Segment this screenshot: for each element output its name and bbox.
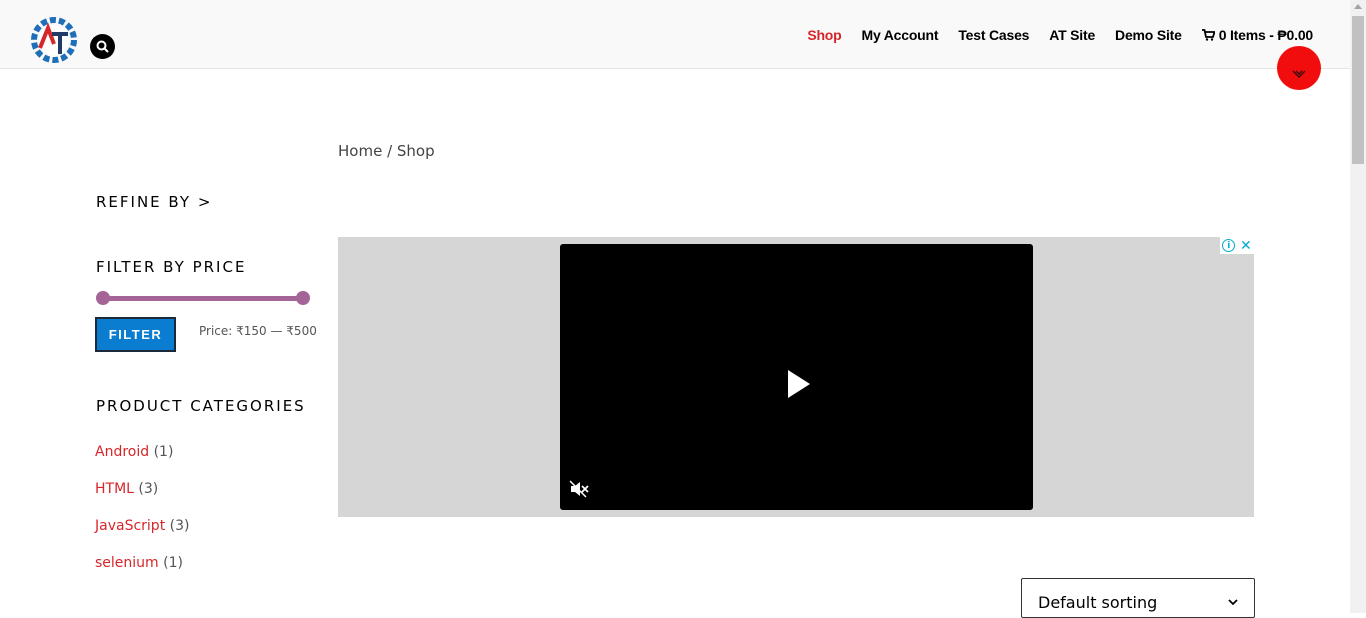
sorting-selected-value: Default sorting <box>1038 592 1158 612</box>
breadcrumb-separator: / <box>382 142 397 160</box>
price-range-label: Price: ₹150 — ₹500 <box>199 324 317 338</box>
price-slider-min-handle[interactable] <box>96 291 110 305</box>
ad-banner: i ✕ <box>338 237 1254 517</box>
category-list: Android (1) HTML (3) JavaScript (3) sele… <box>95 444 189 592</box>
nav-demo-site[interactable]: Demo Site <box>1115 27 1182 43</box>
nav-my-account[interactable]: My Account <box>862 27 939 43</box>
ad-choices: i ✕ <box>1220 237 1254 254</box>
site-header: Shop My Account Test Cases AT Site Demo … <box>0 0 1350 69</box>
product-categories-heading: PRODUCT CATEGORIES <box>96 397 306 415</box>
site-logo[interactable] <box>28 14 80 66</box>
price-slider-range <box>101 296 305 301</box>
nav-test-cases[interactable]: Test Cases <box>958 27 1029 43</box>
ad-video-player[interactable] <box>560 244 1033 510</box>
cart-icon <box>1201 29 1215 41</box>
category-link-javascript[interactable]: JavaScript <box>95 518 165 534</box>
breadcrumb: Home / Shop <box>338 142 435 160</box>
nav-at-site[interactable]: AT Site <box>1049 27 1095 43</box>
scrollbar-thumb[interactable] <box>1352 16 1364 164</box>
price-slider[interactable] <box>96 291 310 305</box>
category-link-selenium[interactable]: selenium <box>95 555 159 571</box>
list-item: JavaScript (3) <box>95 518 189 537</box>
mute-icon[interactable] <box>569 480 589 498</box>
list-item: selenium (1) <box>95 555 189 574</box>
filter-button[interactable]: FILTER <box>95 317 176 352</box>
ad-close-icon[interactable]: ✕ <box>1240 239 1252 253</box>
list-item: HTML (3) <box>95 481 189 500</box>
filter-by-price-heading: FILTER BY PRICE <box>96 258 247 276</box>
main-nav: Shop My Account Test Cases AT Site Demo … <box>787 27 1313 43</box>
list-item: Android (1) <box>95 444 189 463</box>
nav-shop[interactable]: Shop <box>807 27 841 43</box>
cart-label: 0 Items - ₱0.00 <box>1218 27 1313 43</box>
chevron-down-icon <box>1228 598 1238 605</box>
price-slider-max-handle[interactable] <box>296 291 310 305</box>
ad-info-icon[interactable]: i <box>1222 239 1236 252</box>
category-link-android[interactable]: Android <box>95 444 149 460</box>
chevron-down-icon <box>1292 70 1306 78</box>
scroll-top-button[interactable] <box>1277 46 1321 90</box>
search-icon[interactable] <box>90 34 115 59</box>
category-count: (3) <box>169 518 190 534</box>
category-count: (1) <box>163 555 183 571</box>
sorting-select[interactable]: Default sorting <box>1021 578 1255 618</box>
category-link-html[interactable]: HTML <box>95 481 134 497</box>
play-icon[interactable] <box>788 370 810 398</box>
scroll-up-arrow-icon[interactable] <box>1354 4 1362 9</box>
breadcrumb-current: Shop <box>396 142 435 160</box>
refine-by-heading[interactable]: REFINE BY > <box>96 193 212 211</box>
breadcrumb-home[interactable]: Home <box>338 142 382 160</box>
nav-cart[interactable]: 0 Items - ₱0.00 <box>1201 27 1313 43</box>
category-count: (1) <box>153 444 174 460</box>
category-count: (3) <box>138 481 159 497</box>
page-scrollbar[interactable] <box>1350 0 1366 613</box>
